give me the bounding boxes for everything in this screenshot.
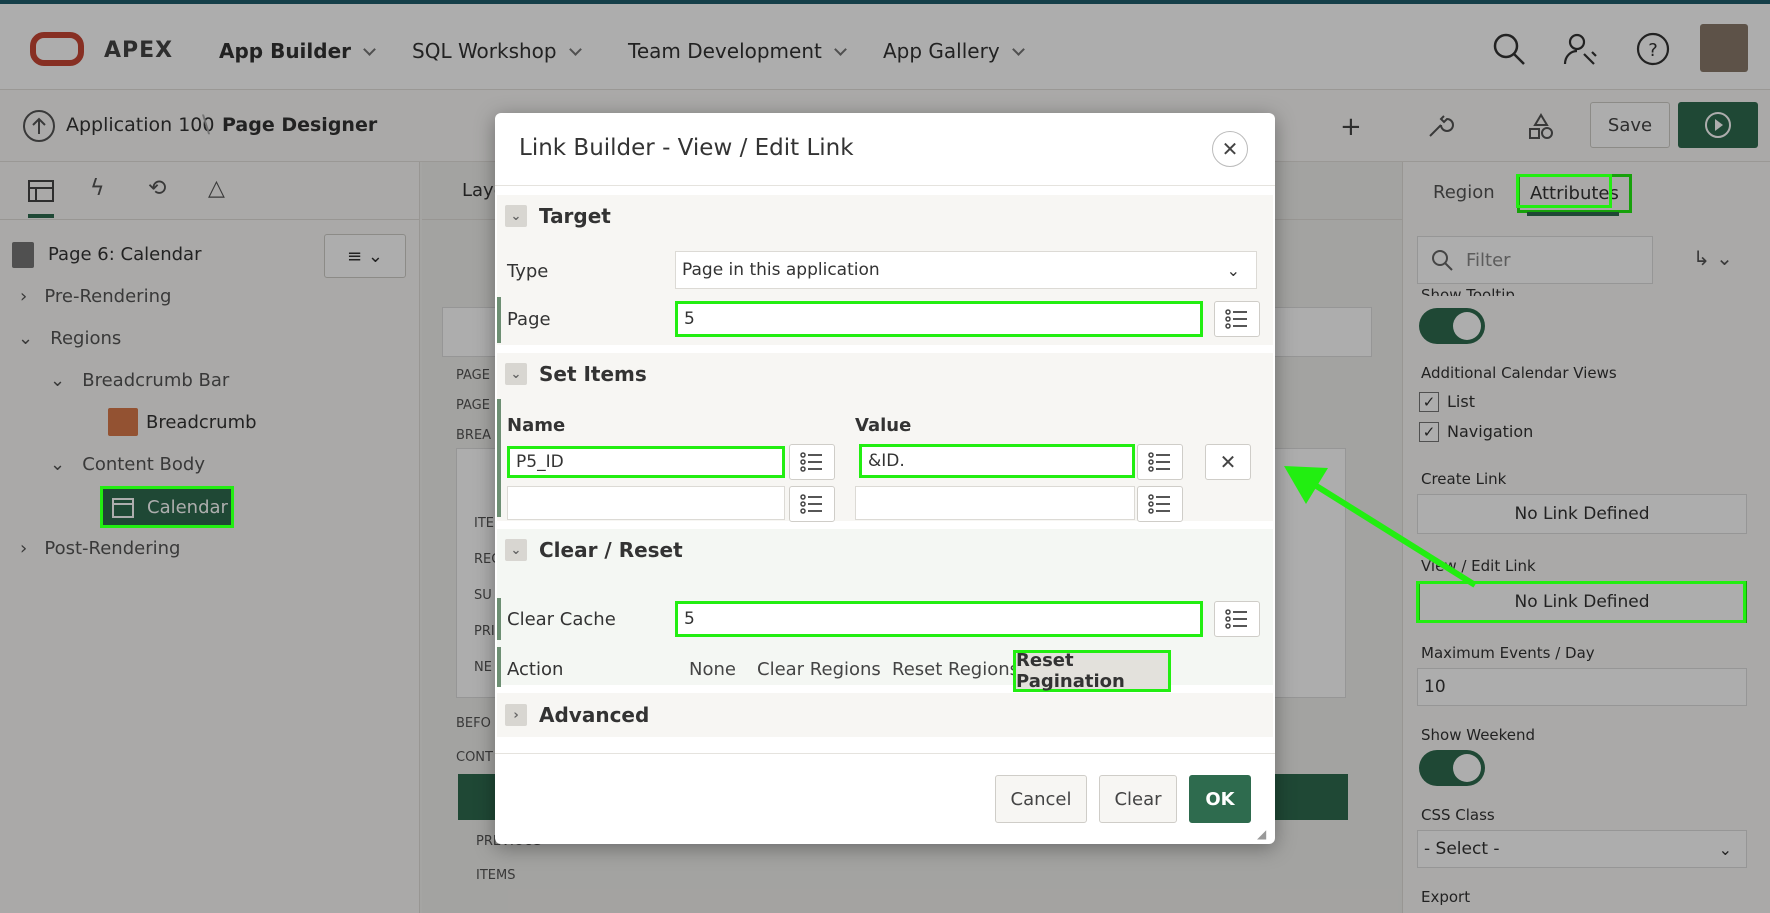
list-icon <box>1225 609 1247 629</box>
advanced-heading[interactable]: › Advanced <box>505 696 649 734</box>
ok-button[interactable]: OK <box>1189 775 1251 823</box>
item-name-input[interactable]: P5_ID <box>507 446 785 478</box>
action-reset-pagination[interactable]: Reset Pagination <box>1013 650 1171 692</box>
action-clear-regions[interactable]: Clear Regions <box>757 659 881 680</box>
chevron-down-icon: ⌄ <box>1226 260 1240 280</box>
row-marker <box>497 598 501 640</box>
clear-button[interactable]: Clear <box>1099 775 1177 823</box>
item-name-lov-button[interactable] <box>789 486 835 522</box>
row-marker <box>497 647 501 687</box>
divider <box>495 185 1275 186</box>
dialog-title: Link Builder - View / Edit Link <box>519 135 854 161</box>
row-marker <box>497 399 501 517</box>
item-name-input-empty[interactable] <box>507 486 785 520</box>
annotation-highlight <box>100 486 234 528</box>
clear-cache-lov-button[interactable] <box>1214 601 1260 637</box>
list-icon <box>800 494 822 514</box>
item-value-lov-button[interactable] <box>1137 444 1183 480</box>
annotation-arrow <box>1284 466 1477 588</box>
close-icon: ✕ <box>1219 450 1237 474</box>
action-none[interactable]: None <box>689 659 736 680</box>
chevron-down-icon: ⌄ <box>505 205 527 227</box>
chevron-down-icon: ⌄ <box>505 539 527 561</box>
clear-cache-input[interactable]: 5 <box>675 601 1203 637</box>
value-column-header: Value <box>855 415 912 436</box>
target-heading[interactable]: ⌄ Target <box>505 197 611 235</box>
divider <box>495 753 1275 754</box>
item-value-input-empty[interactable] <box>855 486 1135 520</box>
list-icon <box>1148 494 1170 514</box>
remove-item-button[interactable]: ✕ <box>1205 444 1251 480</box>
list-icon <box>800 452 822 472</box>
close-icon: ✕ <box>1221 137 1239 161</box>
action-label: Action <box>507 659 564 680</box>
item-value-input[interactable]: &ID. <box>859 444 1135 478</box>
action-reset-regions[interactable]: Reset Regions <box>892 659 1019 680</box>
list-icon <box>1225 309 1247 329</box>
page-label: Page <box>507 309 551 330</box>
type-select[interactable]: Page in this application ⌄ <box>675 251 1257 289</box>
page-lov-button[interactable] <box>1214 301 1260 337</box>
item-value-lov-button[interactable] <box>1137 486 1183 522</box>
resize-handle-icon[interactable]: ◢ <box>1257 827 1266 841</box>
clear-reset-heading[interactable]: ⌄ Clear / Reset <box>505 531 683 569</box>
chevron-down-icon: ⌄ <box>505 363 527 385</box>
cancel-button[interactable]: Cancel <box>995 775 1087 823</box>
type-label: Type <box>507 261 549 282</box>
clear-cache-label: Clear Cache <box>507 609 616 630</box>
close-button[interactable]: ✕ <box>1212 131 1248 167</box>
page-input[interactable]: 5 <box>675 301 1203 337</box>
annotation-highlight <box>1516 174 1612 208</box>
name-column-header: Name <box>507 415 566 436</box>
link-builder-dialog: Link Builder - View / Edit Link ✕ ⌄ Targe… <box>495 113 1275 844</box>
chevron-right-icon: › <box>505 704 527 726</box>
item-name-lov-button[interactable] <box>789 444 835 480</box>
list-icon <box>1148 452 1170 472</box>
required-marker <box>497 297 501 343</box>
set-items-heading[interactable]: ⌄ Set Items <box>505 355 647 393</box>
